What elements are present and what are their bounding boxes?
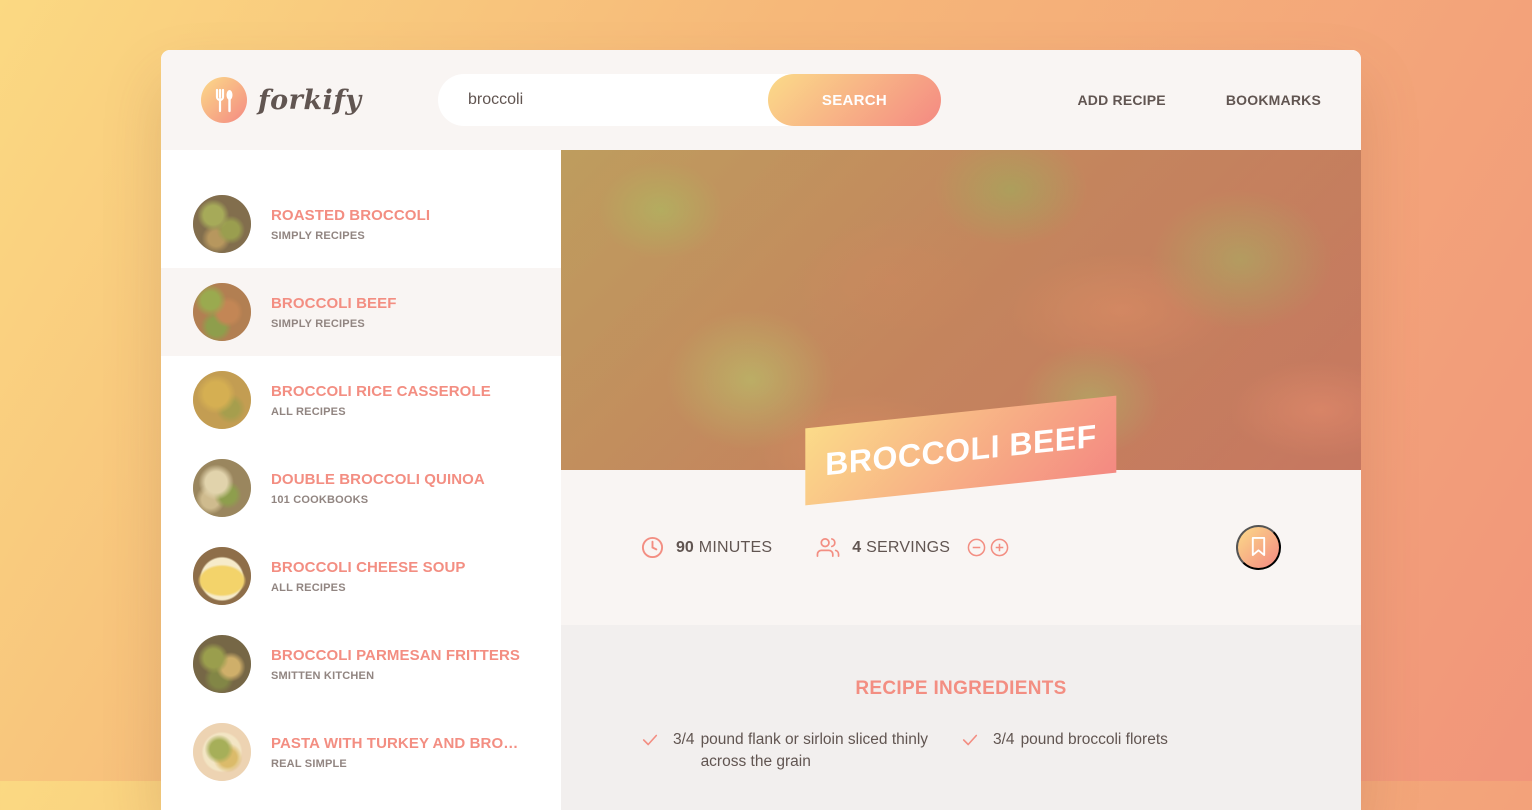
result-item[interactable]: BROCCOLI PARMESAN FRITTERS SMITTEN KITCH… — [161, 620, 561, 708]
search-input[interactable] — [468, 74, 768, 126]
search-results: ROASTED BROCCOLI SIMPLY RECIPES BROCCOLI… — [161, 150, 561, 810]
cooking-time-unit: MINUTES — [698, 538, 773, 556]
result-title: PASTA WITH TURKEY AND BROCC... — [271, 734, 526, 752]
top-nav: ADD RECIPE BOOKMARKS — [1078, 50, 1322, 150]
recipe-view: BROCCOLI BEEF 90 MINUTES 4 SERVINGS RECI… — [561, 150, 1361, 810]
ingredient-item: 3/4 pound broccoli florets — [961, 729, 1281, 773]
ingredients-heading: RECIPE INGREDIENTS — [855, 678, 1067, 699]
users-icon — [816, 536, 840, 559]
result-item[interactable]: DOUBLE BROCCOLI QUINOA 101 COOKBOOKS — [161, 444, 561, 532]
result-item-active[interactable]: BROCCOLI BEEF SIMPLY RECIPES — [161, 268, 561, 356]
recipe-title: BROCCOLI BEEF — [825, 417, 1097, 483]
ingredient-quantity: 3/4 — [993, 731, 1015, 748]
result-thumbnail — [193, 547, 251, 605]
servings-value: 4 — [852, 538, 862, 556]
clock-icon — [641, 536, 664, 559]
check-icon — [961, 731, 979, 753]
result-thumbnail — [193, 635, 251, 693]
result-title: BROCCOLI CHEESE SOUP — [271, 558, 466, 576]
add-recipe-button[interactable]: ADD RECIPE — [1078, 92, 1166, 108]
result-publisher: 101 COOKBOOKS — [271, 493, 369, 506]
ingredient-item: 3/4 pound flank or sirloin sliced thinly… — [641, 729, 961, 773]
result-item[interactable]: ROASTED BROCCOLI SIMPLY RECIPES — [161, 180, 561, 268]
check-icon — [641, 731, 659, 753]
result-publisher: SIMPLY RECIPES — [271, 229, 365, 242]
bookmark-icon — [1249, 536, 1268, 560]
result-title: BROCCOLI PARMESAN FRITTERS — [271, 646, 520, 664]
search-form: SEARCH — [438, 74, 941, 126]
result-publisher: REAL SIMPLE — [271, 757, 347, 770]
result-title: BROCCOLI RICE CASSEROLE — [271, 382, 491, 400]
result-publisher: ALL RECIPES — [271, 581, 346, 594]
servings: 4 SERVINGS — [816, 536, 1009, 559]
logo-text: forkify — [258, 84, 362, 116]
ingredient-description: pound flank or sirloin sliced thinly acr… — [700, 731, 929, 770]
result-thumbnail — [193, 195, 251, 253]
decrease-servings-icon[interactable] — [967, 538, 986, 557]
logo[interactable]: forkify — [201, 77, 362, 123]
result-thumbnail — [193, 283, 251, 341]
cooking-time: 90 MINUTES — [641, 536, 772, 559]
recipe-ingredients: RECIPE INGREDIENTS 3/4 pound flank or si… — [561, 625, 1361, 810]
fork-spoon-icon — [201, 77, 247, 123]
result-title: BROCCOLI BEEF — [271, 294, 397, 312]
ingredient-description: pound broccoli florets — [1020, 731, 1168, 748]
bookmark-button[interactable] — [1236, 525, 1281, 570]
result-title: ROASTED BROCCOLI — [271, 206, 431, 224]
servings-controls — [967, 538, 1009, 557]
result-item[interactable]: BROCCOLI RICE CASSEROLE ALL RECIPES — [161, 356, 561, 444]
increase-servings-icon[interactable] — [990, 538, 1009, 557]
result-thumbnail — [193, 371, 251, 429]
result-thumbnail — [193, 459, 251, 517]
cooking-time-value: 90 — [676, 538, 694, 556]
ingredient-quantity: 3/4 — [673, 731, 695, 748]
result-publisher: ALL RECIPES — [271, 405, 346, 418]
servings-unit: SERVINGS — [866, 538, 951, 556]
result-thumbnail — [193, 723, 251, 781]
result-publisher: SIMPLY RECIPES — [271, 317, 365, 330]
header: forkify SEARCH ADD RECIPE BOOKMARKS — [161, 50, 1361, 150]
result-item[interactable]: PASTA WITH TURKEY AND BROCC... REAL SIMP… — [161, 708, 561, 796]
app-container: forkify SEARCH ADD RECIPE BOOKMARKS ROAS… — [161, 50, 1361, 810]
search-button-label: SEARCH — [821, 91, 888, 109]
ingredient-list: 3/4 pound flank or sirloin sliced thinly… — [641, 729, 1281, 773]
result-title: DOUBLE BROCCOLI QUINOA — [271, 470, 485, 488]
result-publisher: SMITTEN KITCHEN — [271, 669, 375, 682]
search-button[interactable]: SEARCH — [768, 74, 941, 126]
result-item[interactable]: BROCCOLI CHEESE SOUP ALL RECIPES — [161, 532, 561, 620]
bookmarks-button[interactable]: BOOKMARKS — [1226, 92, 1321, 108]
